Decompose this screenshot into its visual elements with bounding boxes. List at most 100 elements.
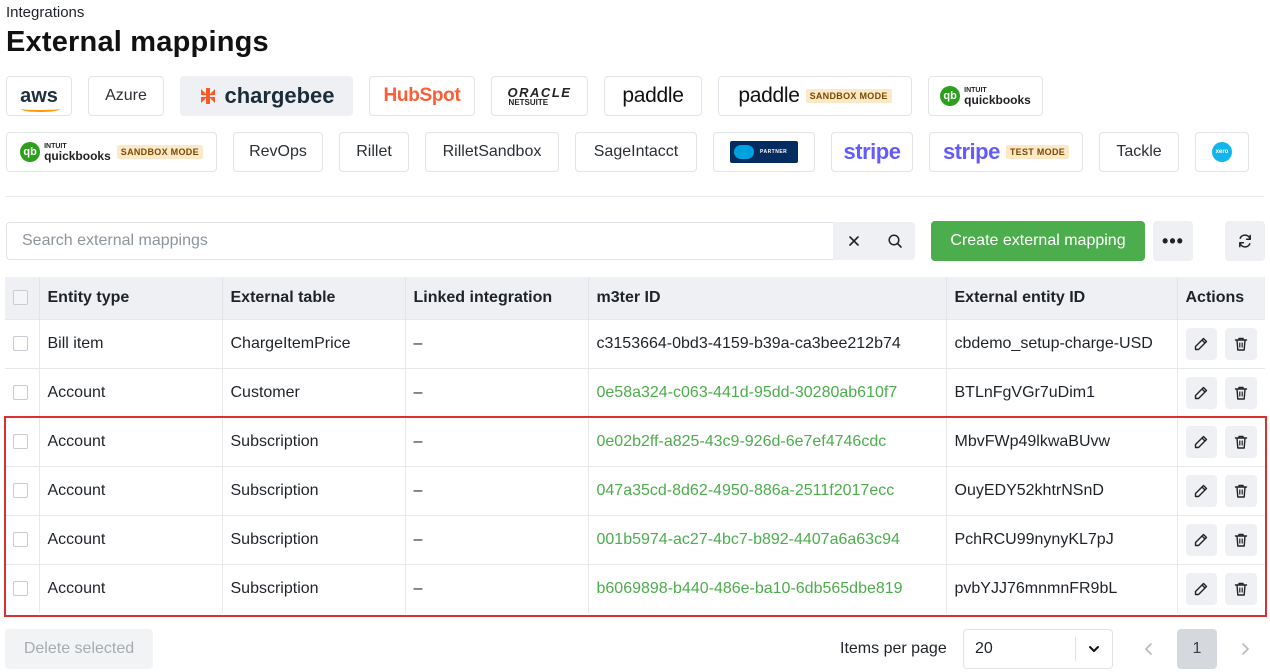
cell-external-entity-id: MbvFWp49lkwaBUvw bbox=[946, 416, 1178, 466]
stripe-logo: stripe bbox=[942, 139, 1000, 164]
integration-chip-quickbooks-sandbox[interactable]: qb INTUIT quickbooks SANDBOX MODE bbox=[6, 132, 217, 172]
trash-icon bbox=[1234, 337, 1248, 351]
integration-chip-label: Azure bbox=[105, 87, 147, 104]
cell-linked-integration: – bbox=[405, 563, 589, 613]
divider bbox=[6, 196, 1264, 197]
column-header-external-entity-id[interactable]: External entity ID bbox=[946, 277, 1178, 319]
row-select-cell bbox=[5, 563, 40, 613]
delete-button[interactable] bbox=[1225, 572, 1257, 605]
trash-icon bbox=[1234, 582, 1248, 596]
more-icon: ••• bbox=[1162, 230, 1184, 251]
search-input[interactable] bbox=[7, 223, 833, 259]
m3ter-id-link[interactable]: 0e02b2ff-a825-43c9-926d-6e7ef4746cdc bbox=[597, 433, 887, 450]
integration-chip-aws[interactable]: aws bbox=[6, 76, 72, 116]
edit-button[interactable] bbox=[1185, 327, 1218, 360]
integration-chip-oracle-netsuite[interactable]: ORACLE NETSUITE bbox=[491, 76, 588, 116]
column-header-entity-type[interactable]: Entity type bbox=[39, 277, 223, 319]
delete-button[interactable] bbox=[1225, 474, 1257, 507]
items-per-page-select[interactable]: 20 bbox=[963, 629, 1113, 669]
integration-chip-salesforce-partner[interactable]: PARTNER bbox=[713, 132, 815, 172]
row-checkbox[interactable] bbox=[13, 335, 28, 351]
chevron-down-icon bbox=[1076, 642, 1112, 656]
cell-entity-type: Account bbox=[39, 465, 223, 515]
integration-chip-tackle[interactable]: Tackle bbox=[1099, 132, 1179, 172]
cell-entity-type: Account bbox=[39, 514, 223, 564]
cell-external-entity-id: cbdemo_setup-charge-USD bbox=[946, 318, 1178, 368]
column-header-external-table[interactable]: External table bbox=[222, 277, 406, 319]
edit-button[interactable] bbox=[1185, 474, 1218, 507]
previous-page-button[interactable] bbox=[1129, 629, 1169, 669]
delete-button[interactable] bbox=[1225, 327, 1257, 360]
integration-chip-sage-intacct[interactable]: SageIntacct bbox=[575, 132, 697, 172]
select-all-checkbox[interactable] bbox=[13, 290, 28, 306]
create-external-mapping-button[interactable]: Create external mapping bbox=[931, 221, 1145, 261]
cell-external-entity-id: BTLnFgVGr7uDim1 bbox=[946, 367, 1178, 417]
salesforce-partner-logo: PARTNER bbox=[730, 141, 798, 163]
paddle-logo: paddle bbox=[738, 84, 800, 107]
integration-chip-hubspot[interactable]: HubSpot bbox=[369, 76, 475, 116]
oracle-logo-text: ORACLE bbox=[507, 84, 572, 100]
integration-chip-label: RilletSandbox bbox=[442, 143, 542, 160]
refresh-button[interactable] bbox=[1225, 221, 1265, 261]
integration-chip-azure[interactable]: Azure bbox=[88, 76, 164, 116]
page-number-button[interactable]: 1 bbox=[1177, 629, 1217, 669]
integration-chip-paddle[interactable]: paddle bbox=[604, 76, 702, 116]
cell-m3ter-id: 001b5974-ac27-4bc7-b892-4407a6a63c94 bbox=[588, 514, 947, 564]
m3ter-id-link[interactable]: 001b5974-ac27-4bc7-b892-4407a6a63c94 bbox=[597, 531, 900, 548]
integration-filter-bar: aws Azure chargebee HubSpot ORACLE NETSU… bbox=[0, 0, 1270, 190]
row-checkbox[interactable] bbox=[13, 531, 28, 547]
integration-chip-label: Tackle bbox=[1116, 143, 1162, 160]
search-icon bbox=[887, 234, 902, 248]
column-header-m3ter-id[interactable]: m3ter ID bbox=[588, 277, 947, 319]
netsuite-logo-text: NETSUITE bbox=[508, 97, 549, 107]
cell-m3ter-id: 047a35cd-8d62-4950-886a-2511f2017ecc bbox=[588, 465, 947, 515]
integration-chip-rillet[interactable]: Rillet bbox=[339, 132, 409, 172]
cell-linked-integration: – bbox=[405, 514, 589, 564]
table-header-row: Entity type External table Linked integr… bbox=[5, 277, 1265, 319]
integration-chip-label: Rillet bbox=[356, 143, 392, 160]
cell-external-entity-id: pvbYJJ76mnmnFR9bL bbox=[946, 563, 1178, 613]
edit-button[interactable] bbox=[1185, 376, 1218, 409]
integration-chip-chargebee[interactable]: chargebee bbox=[180, 76, 353, 116]
table-row: Account Subscription – 0e02b2ff-a825-43c… bbox=[5, 416, 1265, 466]
cell-actions bbox=[1177, 318, 1265, 368]
row-select-cell bbox=[5, 367, 40, 417]
cell-m3ter-id: c3153664-0bd3-4159-b39a-ca3bee212b74 bbox=[588, 318, 947, 368]
m3ter-id-link[interactable]: 0e58a324-c063-441d-95dd-30280ab610f7 bbox=[597, 384, 898, 401]
integration-chip-quickbooks[interactable]: qb INTUIT quickbooks bbox=[928, 76, 1043, 116]
m3ter-id-link[interactable]: b6069898-b440-486e-ba10-6db565dbe819 bbox=[597, 580, 903, 597]
quickbooks-icon: qb bbox=[20, 142, 41, 162]
integration-chip-stripe-test[interactable]: stripe TEST MODE bbox=[929, 132, 1083, 172]
edit-button[interactable] bbox=[1185, 572, 1218, 605]
column-header-linked-integration[interactable]: Linked integration bbox=[405, 277, 589, 319]
quickbooks-logo-text: quickbooks bbox=[44, 148, 111, 163]
delete-selected-button[interactable]: Delete selected bbox=[5, 629, 153, 669]
quickbooks-logo: qb INTUIT quickbooks bbox=[940, 86, 1031, 106]
delete-button[interactable] bbox=[1225, 523, 1257, 556]
integration-chip-xero[interactable]: xero bbox=[1195, 132, 1249, 172]
hubspot-logo: HubSpot bbox=[383, 85, 461, 106]
integration-chip-revops[interactable]: RevOps bbox=[233, 132, 323, 172]
integration-chip-rillet-sandbox[interactable]: RilletSandbox bbox=[425, 132, 559, 172]
search-button[interactable] bbox=[874, 222, 915, 260]
integration-chip-stripe[interactable]: stripe bbox=[831, 132, 913, 172]
pencil-icon bbox=[1195, 533, 1208, 546]
m3ter-id-link[interactable]: 047a35cd-8d62-4950-886a-2511f2017ecc bbox=[597, 482, 895, 499]
delete-button[interactable] bbox=[1225, 376, 1257, 409]
row-checkbox[interactable] bbox=[13, 482, 28, 498]
row-checkbox[interactable] bbox=[13, 433, 28, 449]
edit-button[interactable] bbox=[1185, 425, 1218, 458]
table-row: Account Customer – 0e58a324-c063-441d-95… bbox=[5, 367, 1265, 417]
cell-linked-integration: – bbox=[405, 367, 589, 417]
clear-search-button[interactable] bbox=[833, 222, 874, 260]
next-page-button[interactable] bbox=[1225, 629, 1265, 669]
cell-external-table: Subscription bbox=[222, 465, 406, 515]
row-checkbox[interactable] bbox=[13, 384, 28, 400]
delete-button[interactable] bbox=[1225, 425, 1257, 458]
edit-button[interactable] bbox=[1185, 523, 1218, 556]
chevron-right-icon bbox=[1242, 643, 1249, 655]
integration-chip-paddle-sandbox[interactable]: paddle SANDBOX MODE bbox=[718, 76, 912, 116]
chargebee-icon bbox=[201, 88, 216, 104]
more-options-button[interactable]: ••• bbox=[1153, 221, 1193, 261]
row-checkbox[interactable] bbox=[13, 581, 28, 597]
